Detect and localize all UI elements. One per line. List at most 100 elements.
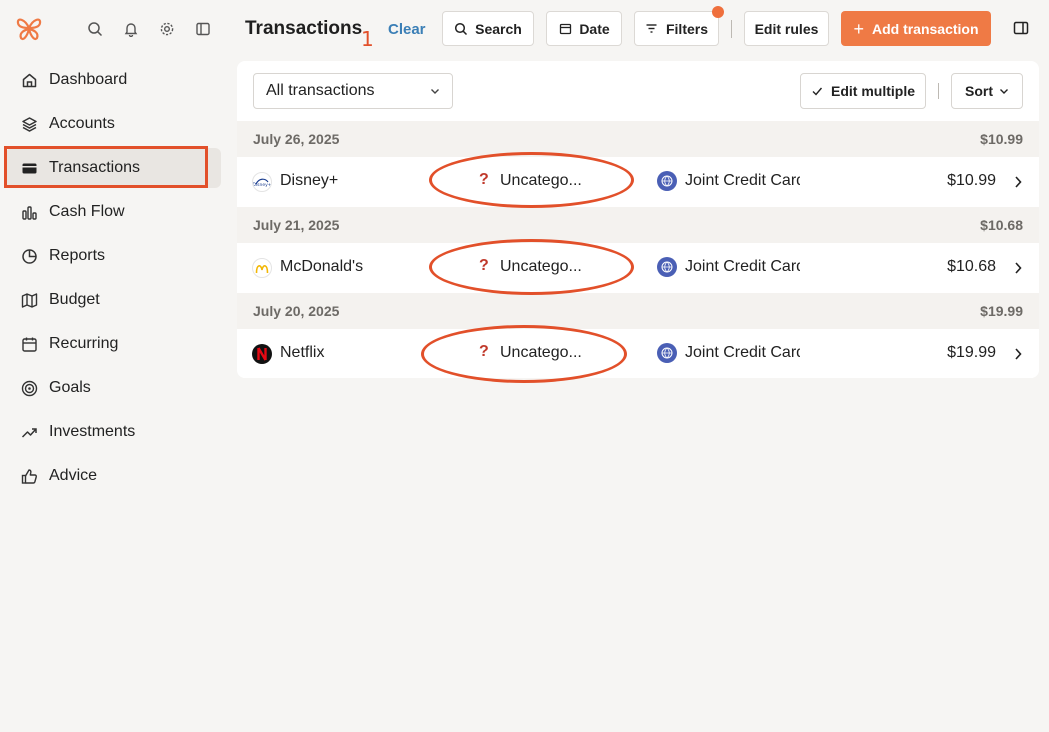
clear-button[interactable]: Clear xyxy=(388,21,426,38)
sidebar-top xyxy=(0,0,228,58)
sidebar-item-cash-flow[interactable]: Cash Flow xyxy=(6,192,221,232)
sidebar-item-label: Recurring xyxy=(49,335,119,352)
transaction-amount: $10.99 xyxy=(947,172,996,189)
edit-rules-button-label: Edit rules xyxy=(754,20,819,37)
account-logo-icon xyxy=(657,343,677,363)
account-name: Joint Credit Card xyxy=(685,344,800,361)
trending-up-icon xyxy=(20,423,38,441)
transaction-amount: $10.68 xyxy=(947,258,996,275)
date-group-header: July 26, 2025 $10.99 xyxy=(237,121,1039,157)
sidebar-item-label: Accounts xyxy=(49,115,115,132)
edit-multiple-button[interactable]: Edit multiple xyxy=(800,73,926,109)
search-button-label: Search xyxy=(475,20,522,37)
sidebar-item-label: Cash Flow xyxy=(49,203,125,220)
sidebar-item-label: Budget xyxy=(49,291,100,308)
sidebar: Dashboard Accounts Transactions Cash Flo… xyxy=(0,0,228,732)
sidebar-item-accounts[interactable]: Accounts xyxy=(6,104,221,144)
gear-icon[interactable] xyxy=(157,19,177,39)
map-icon xyxy=(20,291,38,309)
plus-icon: + xyxy=(853,18,864,39)
question-mark-icon: ? xyxy=(479,171,489,188)
search-icon xyxy=(454,22,468,36)
disney-plus-logo-icon: Disney+ xyxy=(252,172,272,192)
chevron-right-icon xyxy=(1015,262,1022,274)
transaction-row[interactable]: McDonald's ? Uncatego... Joint Credit Ca… xyxy=(237,243,1039,293)
filters-active-dot xyxy=(712,6,724,18)
bell-icon[interactable] xyxy=(121,19,141,39)
filter-icon xyxy=(645,22,659,36)
category-label[interactable]: Uncatego... xyxy=(500,172,582,190)
account-name: Joint Credit Card xyxy=(685,172,800,189)
transaction-row[interactable]: Disney+ Disney+ ? Uncatego... Joint Cred… xyxy=(237,157,1039,207)
sidebar-item-label: Transactions xyxy=(49,159,140,176)
group-total: $10.68 xyxy=(980,217,1023,233)
panel-toggle-icon[interactable] xyxy=(1012,19,1030,37)
date-button-label: Date xyxy=(579,20,610,37)
sidebar-item-goals[interactable]: Goals xyxy=(6,368,221,408)
netflix-logo-icon xyxy=(252,344,272,364)
account-name: Joint Credit Card xyxy=(685,258,800,275)
sort-label: Sort xyxy=(965,83,993,99)
transactions-filter-select[interactable]: All transactions xyxy=(253,73,453,109)
header-divider xyxy=(731,20,732,38)
pie-chart-icon xyxy=(20,247,38,265)
transaction-row[interactable]: Netflix ? Uncatego... Joint Credit Card … xyxy=(237,329,1039,378)
sidebar-item-investments[interactable]: Investments xyxy=(6,412,221,452)
question-mark-icon: ? xyxy=(479,257,489,274)
group-date: July 26, 2025 xyxy=(253,131,340,147)
sidebar-item-recurring[interactable]: Recurring xyxy=(6,324,221,364)
bar-chart-icon xyxy=(20,203,38,221)
sidebar-item-label: Advice xyxy=(49,467,98,484)
account-logo-icon xyxy=(657,257,677,277)
select-value: All transactions xyxy=(266,82,375,99)
question-mark-icon: ? xyxy=(479,343,489,360)
thumbs-up-icon xyxy=(20,467,38,485)
layers-icon xyxy=(20,115,38,133)
search-icon[interactable] xyxy=(85,19,105,39)
edit-rules-button[interactable]: Edit rules xyxy=(744,11,829,46)
annotation-number: 1 xyxy=(361,27,374,51)
date-group-header: July 20, 2025 $19.99 xyxy=(237,293,1039,329)
sidebar-item-advice[interactable]: Advice xyxy=(6,456,221,496)
toolbar-divider xyxy=(938,83,939,99)
mcdonalds-logo-icon xyxy=(252,258,272,278)
date-group-header: July 21, 2025 $10.68 xyxy=(237,207,1039,243)
sidebar-item-dashboard[interactable]: Dashboard xyxy=(6,60,221,100)
transaction-amount: $19.99 xyxy=(947,344,996,361)
filters-button[interactable]: Filters xyxy=(634,6,724,46)
category-label[interactable]: Uncatego... xyxy=(500,344,582,362)
chevron-down-icon xyxy=(431,89,439,94)
sidebar-item-reports[interactable]: Reports xyxy=(6,236,221,276)
calendar-icon xyxy=(20,335,38,353)
sidebar-item-label: Investments xyxy=(49,423,136,440)
merchant-name: McDonald's xyxy=(280,258,364,275)
butterfly-logo-icon[interactable] xyxy=(15,15,43,43)
search-button[interactable]: Search xyxy=(442,11,534,46)
add-transaction-button[interactable]: + Add transaction xyxy=(841,11,991,46)
target-icon xyxy=(20,379,38,397)
filters-button-label: Filters xyxy=(665,20,708,37)
page-title: Transactions xyxy=(245,18,363,39)
chevron-down-icon xyxy=(1000,89,1008,94)
svg-text:Disney+: Disney+ xyxy=(253,182,271,188)
chevron-right-icon xyxy=(1015,348,1022,360)
transactions-card: All transactions Edit multiple Sort July… xyxy=(237,61,1039,378)
account-logo-icon xyxy=(657,171,677,191)
group-total: $10.99 xyxy=(980,131,1023,147)
sidebar-toggle-icon[interactable] xyxy=(193,19,213,39)
transactions-toolbar: All transactions Edit multiple Sort xyxy=(237,61,1039,121)
sidebar-item-label: Goals xyxy=(49,379,91,396)
group-total: $19.99 xyxy=(980,303,1023,319)
group-date: July 20, 2025 xyxy=(253,303,340,319)
calendar-icon xyxy=(558,22,572,36)
group-date: July 21, 2025 xyxy=(253,217,340,233)
sort-button[interactable]: Sort xyxy=(951,73,1023,109)
sidebar-item-budget[interactable]: Budget xyxy=(6,280,221,320)
sidebar-item-transactions[interactable]: Transactions xyxy=(6,148,221,188)
credit-card-icon xyxy=(20,159,38,177)
sidebar-item-label: Reports xyxy=(49,247,106,264)
merchant-name: Netflix xyxy=(280,344,325,361)
date-button[interactable]: Date xyxy=(546,11,622,46)
home-icon xyxy=(20,71,38,89)
category-label[interactable]: Uncatego... xyxy=(500,258,582,276)
